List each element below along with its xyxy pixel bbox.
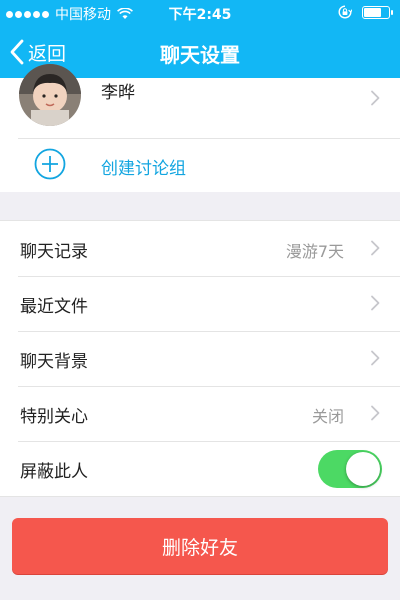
settings-row-chat-history[interactable]: 聊天记录 漫游7天: [0, 221, 400, 276]
settings-row-chat-background[interactable]: 聊天背景: [0, 331, 400, 386]
create-discussion-group-label: 创建讨论组: [101, 159, 186, 179]
toggle-knob: [346, 452, 380, 486]
page-title: 聊天设置: [160, 43, 240, 67]
settings-row-recent-files[interactable]: 最近文件: [0, 276, 400, 331]
friend-profile-row[interactable]: 李晔: [0, 64, 400, 138]
settings-row-label: 屏蔽此人: [20, 462, 88, 482]
settings-row-special-care[interactable]: 特别关心 关闭: [0, 386, 400, 441]
settings-row-value: 关闭: [311, 407, 344, 426]
settings-row-value: 漫游7天: [285, 242, 344, 261]
friend-name: 李晔: [101, 83, 135, 103]
create-discussion-group-row[interactable]: 创建讨论组: [0, 139, 400, 192]
settings-row-label: 最近文件: [20, 297, 88, 317]
delete-friend-button[interactable]: 删除好友: [12, 518, 388, 574]
settings-row-label: 聊天背景: [20, 352, 88, 372]
chevron-right-icon: [371, 405, 380, 421]
chevron-right-icon: [371, 295, 380, 311]
battery-icon: [362, 5, 393, 19]
status-bar: 中国移动 下午2:45: [0, 0, 400, 26]
profile-section: 李晔 创建讨论组: [0, 64, 400, 192]
settings-row-label: 特别关心: [20, 407, 88, 427]
chevron-right-icon: [371, 350, 380, 366]
chevron-right-icon: [371, 240, 380, 256]
settings-row-label: 聊天记录: [20, 242, 88, 262]
block-user-toggle[interactable]: [318, 450, 382, 488]
settings-list: 聊天记录 漫游7天 最近文件 聊天背景 特别关心 关闭 屏蔽此人: [0, 220, 400, 497]
add-circle-icon: [34, 148, 66, 180]
settings-row-block-user: 屏蔽此人: [0, 441, 400, 496]
chevron-right-icon: [371, 90, 380, 106]
avatar: [19, 64, 81, 126]
rotation-lock-icon: [338, 5, 352, 19]
